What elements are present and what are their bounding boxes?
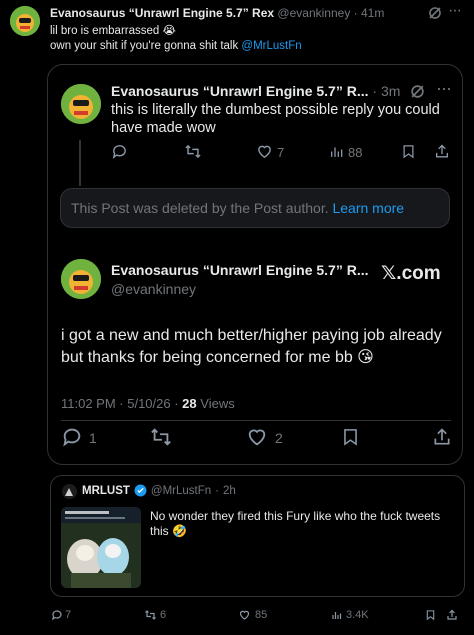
reply-bookmark-icon[interactable] (401, 143, 416, 160)
tweet-avatar[interactable] (61, 259, 101, 299)
post-time[interactable]: 41m (361, 6, 384, 20)
tweet-repost-icon[interactable] (150, 426, 172, 448)
tweet-like-count: 2 (275, 430, 283, 446)
footer-bookmark-icon[interactable] (425, 609, 436, 621)
tweet-views-count: 28 (182, 396, 197, 411)
tweet-text: i got a new and much better/higher payin… (61, 327, 442, 366)
author-avatar[interactable] (10, 6, 40, 36)
tweet-author-name[interactable]: Evanosaurus “Unrawrl Engine 5.7” R... (111, 262, 369, 278)
footer-reply-count: 7 (65, 609, 72, 621)
post-text-line1: lil bro is embarrassed 😭 (50, 25, 176, 37)
grok-icon[interactable] (428, 6, 442, 20)
more-menu-icon[interactable]: ··· (448, 2, 462, 20)
reply-text: this is literally the dumbest possible r… (111, 102, 440, 136)
reply-share-icon[interactable] (434, 143, 450, 160)
reply-author-name[interactable]: Evanosaurus “Unrawrl Engine 5.7” R... (111, 83, 369, 99)
footer-views-count: 3.4K (346, 609, 369, 621)
tweet-divider (61, 420, 451, 421)
footer-like-icon[interactable] (238, 609, 251, 621)
quote-avatar[interactable] (62, 484, 77, 499)
reply-more-icon[interactable]: ··· (436, 78, 452, 99)
quote-time[interactable]: 2h (223, 485, 236, 497)
deleted-post-notice: This Post was deleted by the Post author… (60, 188, 450, 228)
thread-line (79, 140, 81, 186)
tweet-reply-count: 1 (89, 430, 97, 446)
footer-like-count: 85 (255, 609, 268, 621)
reply-like-icon[interactable] (256, 143, 273, 160)
reply-time[interactable]: 3m (381, 83, 400, 99)
author-handle[interactable]: @evankinney (277, 6, 350, 20)
tweet-author-handle[interactable]: @evankinney (111, 281, 196, 297)
tweet-timestamp[interactable]: 11:02 PM · 5/10/26 · (61, 396, 179, 411)
author-name[interactable]: Evanosaurus “Unrawrl Engine 5.7” Rex (50, 6, 274, 20)
reply-views-count: 88 (348, 145, 363, 160)
tweet-like-icon[interactable] (246, 426, 268, 448)
mention-link[interactable]: @MrLustFn (241, 40, 301, 52)
quote-text: No wonder they fired this Fury like who … (150, 509, 441, 538)
reply-views-icon[interactable] (329, 143, 345, 160)
verified-badge-icon (134, 484, 147, 497)
reply-like-count: 7 (277, 145, 285, 160)
learn-more-link[interactable]: Learn more (332, 200, 404, 216)
time-separator: · (353, 6, 358, 20)
footer-repost-count: 6 (160, 609, 167, 621)
reply-time-sep: · (372, 83, 378, 99)
quote-author-name[interactable]: MRLUST (82, 485, 130, 497)
tweet-views-label: Views (200, 396, 235, 411)
footer-repost-icon[interactable] (144, 609, 157, 621)
quote-time-sep: · (215, 484, 220, 497)
reply-avatar[interactable] (61, 84, 101, 124)
tweet-share-icon[interactable] (432, 426, 452, 448)
footer-views-icon[interactable] (331, 609, 343, 621)
reply-repost-icon[interactable] (184, 143, 202, 160)
x-logo-icon[interactable]: 𝕏.com (381, 262, 441, 285)
footer-reply-icon[interactable] (51, 609, 63, 621)
reply-grok-icon[interactable] (410, 84, 425, 99)
deleted-notice-text: This Post was deleted by the Post author… (71, 200, 329, 216)
footer-share-icon[interactable] (446, 609, 458, 621)
tweet-bookmark-icon[interactable] (341, 426, 360, 448)
tweet-reply-icon[interactable] (61, 426, 83, 448)
quote-author-handle[interactable]: @MrLustFn (151, 485, 211, 497)
reply-reply-icon[interactable] (111, 143, 128, 160)
post-text-line2: own your shit if you're gonna shit talk (50, 40, 242, 52)
quote-media-thumbnail[interactable] (61, 507, 141, 588)
